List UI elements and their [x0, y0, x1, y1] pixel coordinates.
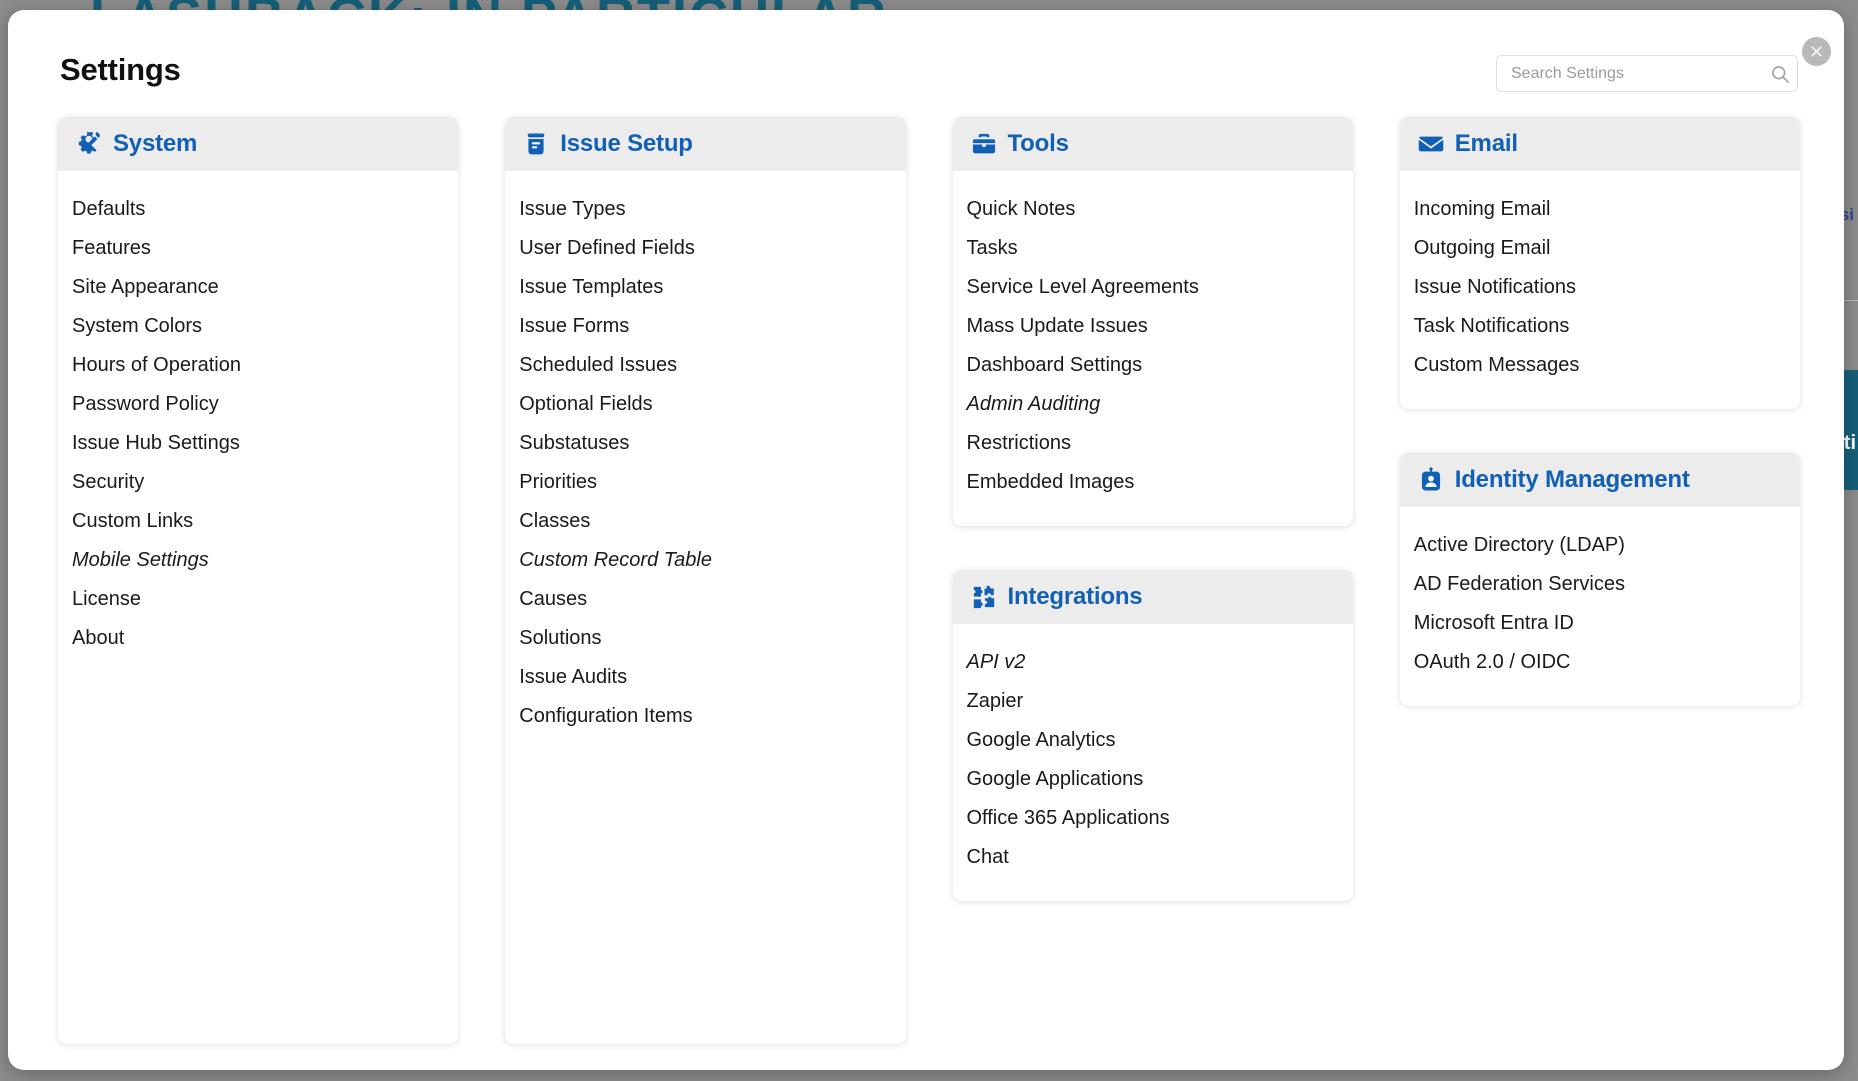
settings-link[interactable]: Service Level Agreements — [953, 268, 1353, 307]
settings-link[interactable]: Google Analytics — [953, 721, 1353, 760]
background-accent-block — [1844, 370, 1858, 490]
card-header: System — [58, 117, 458, 171]
settings-link[interactable]: Optional Fields — [505, 385, 905, 424]
settings-link[interactable]: User Defined Fields — [505, 229, 905, 268]
settings-link[interactable]: OAuth 2.0 / OIDC — [1400, 643, 1800, 682]
card-title: Identity Management — [1455, 466, 1690, 494]
settings-link[interactable]: Classes — [505, 502, 905, 541]
close-icon[interactable] — [1802, 37, 1831, 66]
settings-card-system: System DefaultsFeaturesSite AppearanceSys… — [58, 117, 458, 1044]
card-title: System — [113, 130, 197, 158]
settings-link[interactable]: Chat — [953, 838, 1353, 877]
settings-link[interactable]: Office 365 Applications — [953, 799, 1353, 838]
settings-link[interactable]: About — [58, 619, 458, 658]
settings-link[interactable]: Outgoing Email — [1400, 229, 1800, 268]
card-item-list: Quick NotesTasksService Level Agreements… — [953, 171, 1353, 526]
settings-categories-grid: System DefaultsFeaturesSite AppearanceSys… — [58, 117, 1800, 1044]
settings-link[interactable]: Issue Templates — [505, 268, 905, 307]
card-item-list: Incoming EmailOutgoing EmailIssue Notifi… — [1400, 171, 1800, 409]
settings-link[interactable]: Causes — [505, 580, 905, 619]
toolbox-icon — [971, 131, 997, 157]
settings-card-email: Email Incoming EmailOutgoing EmailIssue N… — [1400, 117, 1800, 409]
settings-link[interactable]: Custom Record Table — [505, 541, 905, 580]
settings-link[interactable]: Issue Audits — [505, 658, 905, 697]
settings-link[interactable]: Active Directory (LDAP) — [1400, 526, 1800, 565]
settings-link[interactable]: License — [58, 580, 458, 619]
settings-card-identity-management: Identity Management Active Directory (LDA… — [1400, 453, 1800, 706]
puzzle-pieces-icon — [971, 584, 997, 610]
settings-link[interactable]: Custom Messages — [1400, 346, 1800, 385]
card-item-list: Issue TypesUser Defined FieldsIssue Temp… — [505, 171, 905, 1044]
settings-link[interactable]: Incoming Email — [1400, 190, 1800, 229]
card-item-list: API v2ZapierGoogle AnalyticsGoogle Appli… — [953, 624, 1353, 901]
settings-link[interactable]: Site Appearance — [58, 268, 458, 307]
settings-link[interactable]: Defaults — [58, 190, 458, 229]
settings-link[interactable]: Configuration Items — [505, 697, 905, 736]
settings-link[interactable]: Substatuses — [505, 424, 905, 463]
settings-link[interactable]: Features — [58, 229, 458, 268]
dialog-header: Settings — [8, 10, 1844, 106]
settings-card-tools: Tools Quick NotesTasksService Level Agree… — [953, 117, 1353, 526]
card-title: Email — [1455, 130, 1518, 158]
search-input[interactable] — [1497, 56, 1763, 91]
settings-link[interactable]: Solutions — [505, 619, 905, 658]
archive-box-icon — [523, 131, 549, 157]
settings-column-2: Issue Setup Issue TypesUser Defined Field… — [505, 117, 905, 1044]
settings-link[interactable]: Tasks — [953, 229, 1353, 268]
settings-link[interactable]: Issue Types — [505, 190, 905, 229]
settings-link[interactable]: Dashboard Settings — [953, 346, 1353, 385]
search-settings-field[interactable] — [1496, 55, 1798, 92]
card-title: Tools — [1008, 130, 1069, 158]
settings-link[interactable]: Priorities — [505, 463, 905, 502]
card-header: Issue Setup — [505, 117, 905, 171]
settings-link[interactable]: Issue Hub Settings — [58, 424, 458, 463]
settings-link[interactable]: Security — [58, 463, 458, 502]
settings-column-4: Email Incoming EmailOutgoing EmailIssue N… — [1400, 117, 1800, 1044]
settings-link[interactable]: Task Notifications — [1400, 307, 1800, 346]
settings-link[interactable]: Password Policy — [58, 385, 458, 424]
card-header: Tools — [953, 117, 1353, 171]
settings-link[interactable]: Hours of Operation — [58, 346, 458, 385]
settings-link[interactable]: System Colors — [58, 307, 458, 346]
id-badge-icon — [1418, 467, 1444, 493]
settings-link[interactable]: Issue Forms — [505, 307, 905, 346]
settings-link[interactable]: Google Applications — [953, 760, 1353, 799]
settings-link[interactable]: Mobile Settings — [58, 541, 458, 580]
settings-card-issue-setup: Issue Setup Issue TypesUser Defined Field… — [505, 117, 905, 1044]
settings-link[interactable]: Issue Notifications — [1400, 268, 1800, 307]
settings-link[interactable]: Quick Notes — [953, 190, 1353, 229]
search-icon[interactable] — [1763, 64, 1797, 84]
settings-link[interactable]: Embedded Images — [953, 463, 1353, 502]
settings-link[interactable]: Microsoft Entra ID — [1400, 604, 1800, 643]
settings-link[interactable]: Zapier — [953, 682, 1353, 721]
page-title: Settings — [60, 52, 181, 88]
card-header: Identity Management — [1400, 453, 1800, 507]
settings-link[interactable]: Admin Auditing — [953, 385, 1353, 424]
settings-card-integrations: Integrations API v2ZapierGoogle Analytics… — [953, 570, 1353, 901]
settings-column-3: Tools Quick NotesTasksService Level Agree… — [953, 117, 1353, 1044]
card-title: Issue Setup — [560, 130, 693, 158]
card-header: Integrations — [953, 570, 1353, 624]
settings-link[interactable]: Scheduled Issues — [505, 346, 905, 385]
card-item-list: DefaultsFeaturesSite AppearanceSystem Co… — [58, 171, 458, 1044]
settings-dialog: Settings SystemDefaultsFeaturesSite — [8, 10, 1844, 1070]
card-item-list: Active Directory (LDAP)AD Federation Ser… — [1400, 507, 1800, 706]
settings-link[interactable]: API v2 — [953, 643, 1353, 682]
settings-link[interactable]: AD Federation Services — [1400, 565, 1800, 604]
envelope-icon — [1418, 131, 1444, 157]
card-title: Integrations — [1008, 583, 1143, 611]
settings-column-1: System DefaultsFeaturesSite AppearanceSys… — [58, 117, 458, 1044]
settings-link[interactable]: Restrictions — [953, 424, 1353, 463]
settings-link[interactable]: Custom Links — [58, 502, 458, 541]
card-header: Email — [1400, 117, 1800, 171]
gear-pencil-icon — [76, 131, 102, 157]
background-right-fragment-2: ti — [1844, 432, 1856, 455]
settings-link[interactable]: Mass Update Issues — [953, 307, 1353, 346]
